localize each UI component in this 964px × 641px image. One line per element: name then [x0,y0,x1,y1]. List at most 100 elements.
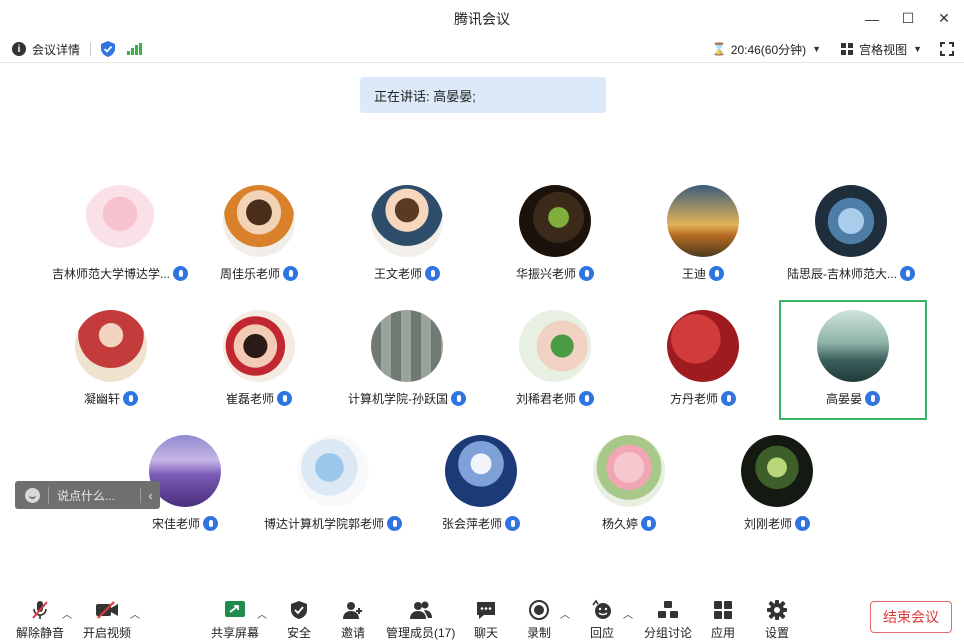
participant-tile[interactable]: 吉林师范大学博达学... [46,175,194,295]
chevron-left-icon[interactable]: ‹ [140,487,160,503]
participant-tile[interactable]: 崔磊老师 [185,300,333,420]
participant-tile[interactable]: 王迪 [629,175,777,295]
mic-icon[interactable] [579,266,594,281]
view-mode-button[interactable]: 宫格视图 [859,41,907,58]
mic-icon[interactable] [865,391,880,406]
speaking-indicator: 正在讲话: 高晏晏; [360,77,606,113]
bottom-control-bar: 解除静音 ︿ 开启视频 ︿ 共享屏幕 ︿ 安全 邀请 管理成员(17) 聊天 录… [0,592,964,641]
participant-name: 刘稀君老师 [515,392,576,406]
start-video-button[interactable]: 开启视频 [83,592,131,641]
participant-tile[interactable]: 方丹老师 [629,300,777,420]
participant-tile[interactable]: 博达计算机学院郭老师 [259,425,407,545]
network-signal-icon[interactable] [127,43,143,55]
participant-name: 刘刚老师 [743,517,792,531]
share-screen-button[interactable]: 共享屏幕 [211,592,259,641]
participant-tile[interactable]: 杨久婷 [555,425,703,545]
mic-icon[interactable] [283,266,298,281]
chevron-down-icon[interactable]: ▼ [812,44,821,54]
mic-icon[interactable] [123,391,138,406]
emoji-icon[interactable] [25,487,40,503]
invite-button[interactable]: 邀请 [341,592,365,641]
chat-placeholder[interactable]: 说点什么... [48,486,140,504]
participant-name: 方丹老师 [669,392,718,406]
info-icon: i [12,42,26,56]
window-controls: — ☐ ✕ [862,0,954,37]
participant-name: 宋佳老师 [151,517,200,531]
start-video-label: 开启视频 [83,626,132,640]
participant-name: 凝幽轩 [83,392,120,406]
mic-muted-icon [29,598,51,622]
mic-icon[interactable] [277,391,292,406]
minimize-button[interactable]: — [862,9,882,29]
hourglass-icon: ⌛ [711,42,727,56]
mic-icon[interactable] [641,516,656,531]
mic-icon[interactable] [795,516,810,531]
participant-tile[interactable]: 周佳乐老师 [185,175,333,295]
mic-icon[interactable] [387,516,402,531]
mic-icon[interactable] [505,516,520,531]
participant-tile[interactable]: 刘刚老师 [703,425,851,545]
mic-icon[interactable] [721,391,736,406]
participant-name: 陆思辰-吉林师范大... [787,267,897,281]
mic-icon[interactable] [579,391,594,406]
settings-button[interactable]: 设置 [765,592,789,641]
grid-view-icon [841,43,854,55]
invite-label: 邀请 [341,626,366,640]
members-icon [409,598,433,622]
share-screen-label: 共享屏幕 [211,626,260,640]
chevron-up-icon[interactable]: ︿ [623,606,633,621]
meeting-details-button[interactable]: i 会议详情 [0,37,143,61]
gear-icon [766,598,788,622]
unmute-button[interactable]: 解除静音 [16,592,64,641]
breakout-label: 分组讨论 [644,626,693,640]
avatar [223,310,295,382]
fullscreen-icon[interactable] [939,41,955,57]
chat-label: 聊天 [474,626,499,640]
mic-icon[interactable] [425,266,440,281]
avatar [297,435,369,507]
chevron-down-icon[interactable]: ▼ [913,44,922,54]
participant-name: 计算机学院-孙跃国 [348,392,448,406]
breakout-button[interactable]: 分组讨论 [644,592,692,641]
maximize-button[interactable]: ☐ [898,9,918,29]
participant-tile[interactable]: 张会萍老师 [407,425,555,545]
reaction-button[interactable]: 回应 [590,592,614,641]
participant-tile-active-speaker[interactable]: 高晏晏 [779,300,927,420]
chat-button[interactable]: 聊天 [474,592,498,641]
mic-icon[interactable] [900,266,915,281]
mic-icon[interactable] [709,266,724,281]
toolbar-right: ⌛ 20:46(60分钟) ▼ 宫格视图 ▼ [711,37,955,61]
window-title: 腾讯会议 [454,10,510,27]
shield-icon[interactable] [101,41,116,57]
chat-quick-input[interactable]: 说点什么... ‹ [15,481,160,509]
settings-label: 设置 [765,626,790,640]
security-label: 安全 [287,626,312,640]
manage-members-button[interactable]: 管理成员(17) [386,592,455,641]
participant-tile[interactable]: 计算机学院-孙跃国 [333,300,481,420]
participant-tile[interactable]: 刘稀君老师 [481,300,629,420]
security-button[interactable]: 安全 [287,592,311,641]
chevron-up-icon[interactable]: ︿ [257,606,267,621]
apps-icon [713,598,733,622]
avatar [445,435,517,507]
end-meeting-button[interactable]: 结束会议 [870,601,952,633]
apps-label: 应用 [711,626,736,640]
participant-tile[interactable]: 陆思辰-吉林师范大... [777,175,925,295]
participant-tile[interactable]: 华振兴老师 [481,175,629,295]
record-button[interactable]: 录制 [527,592,551,641]
avatar [84,185,156,257]
chevron-up-icon[interactable]: ︿ [62,606,72,621]
participant-name: 华振兴老师 [515,267,576,281]
toolbar-divider-line [0,62,964,63]
close-button[interactable]: ✕ [934,9,954,29]
apps-button[interactable]: 应用 [711,592,735,641]
mic-icon[interactable] [451,391,466,406]
avatar [667,185,739,257]
avatar [371,185,443,257]
participant-tile[interactable]: 凝幽轩 [37,300,185,420]
meeting-duration[interactable]: 20:46(60分钟) [731,41,806,58]
chevron-up-icon[interactable]: ︿ [130,606,140,621]
mic-icon[interactable] [203,516,218,531]
participant-tile[interactable]: 王文老师 [333,175,481,295]
chevron-up-icon[interactable]: ︿ [560,606,570,621]
